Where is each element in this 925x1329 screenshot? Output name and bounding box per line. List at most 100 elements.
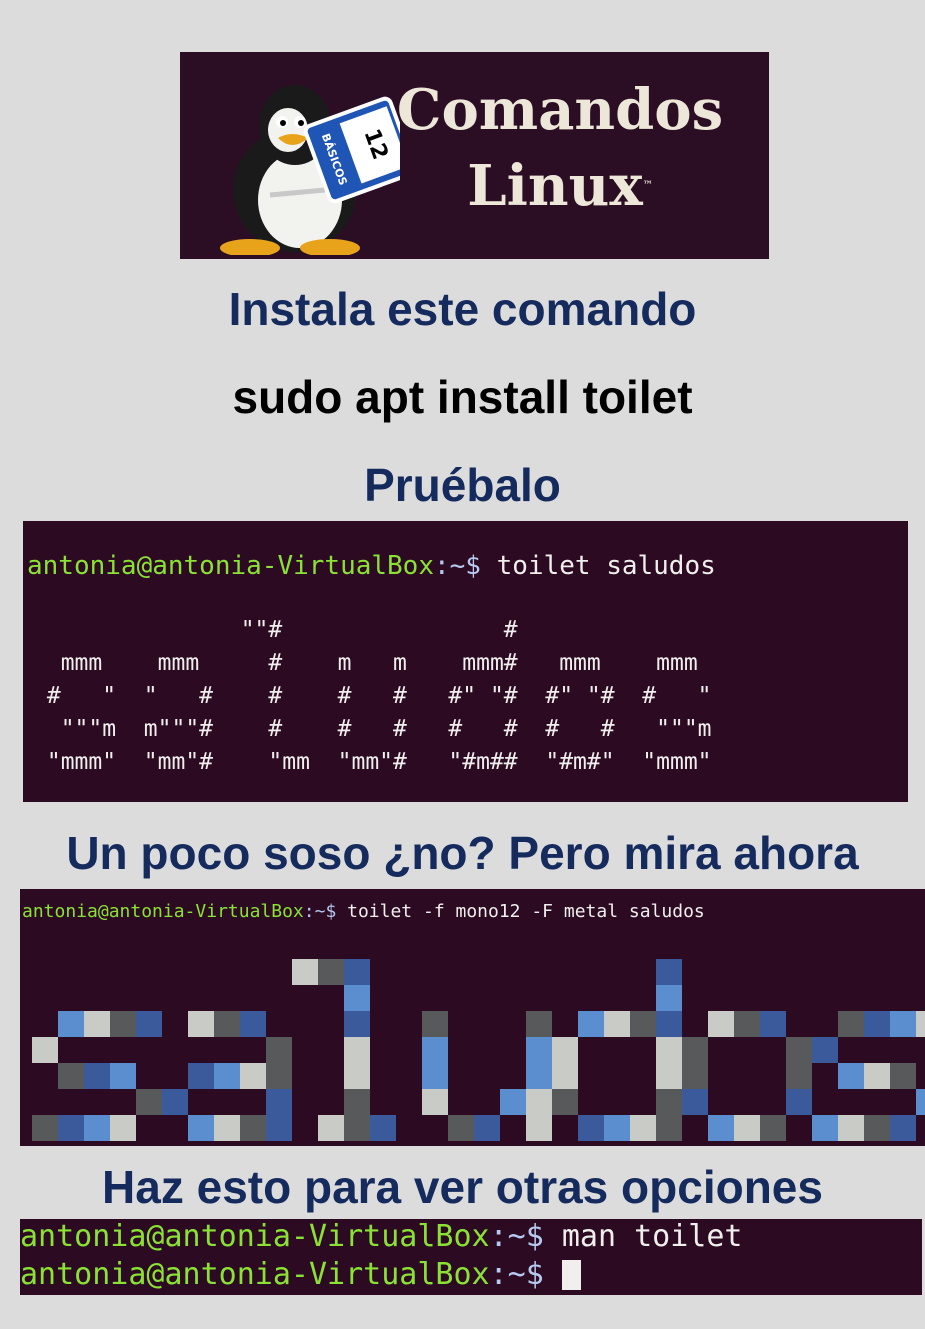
metal-letter-pixel	[760, 1011, 786, 1037]
terminal-man-toilet: antonia@antonia-VirtualBox:~$ man toilet…	[20, 1219, 922, 1295]
metal-letter-pixel	[32, 1115, 58, 1141]
prompt-user: antonia@antonia-VirtualBox	[27, 551, 434, 581]
terminal-cursor	[561, 1260, 581, 1290]
metal-pixel-art-saludos	[32, 959, 925, 1141]
metal-letter-pixel	[656, 985, 682, 1011]
prompt-path: :~$	[489, 1257, 544, 1292]
metal-letter-pixel	[344, 959, 370, 985]
terminal-toilet-saludos: antonia@antonia-VirtualBox:~$ toilet sal…	[23, 521, 908, 802]
metal-letter-pixel	[422, 1037, 448, 1063]
trademark-symbol: ™	[642, 180, 653, 191]
metal-letter-pixel	[656, 1063, 682, 1089]
metal-letter-pixel	[188, 1063, 214, 1089]
metal-letter-pixel	[162, 1089, 188, 1115]
metal-letter-pixel	[526, 1063, 552, 1089]
terminal3-line1: antonia@antonia-VirtualBox:~$ man toilet	[20, 1219, 742, 1254]
metal-letter-pixel	[656, 959, 682, 985]
metal-letter-pixel	[58, 1063, 84, 1089]
metal-letter-pixel	[604, 1115, 630, 1141]
banner-title: Comandos Linux™	[395, 72, 725, 224]
metal-letter-pixel	[630, 1115, 656, 1141]
metal-letter-pixel	[84, 1011, 110, 1037]
metal-letter-pixel	[240, 1115, 266, 1141]
terminal3-command: man toilet	[543, 1219, 743, 1254]
metal-letter-pixel	[812, 1115, 838, 1141]
metal-letter-pixel	[344, 1115, 370, 1141]
tux-penguin-with-sign-icon: 12 BÁSICOS	[220, 85, 400, 255]
metal-letter-pixel	[708, 1115, 734, 1141]
ascii-art-output: ""# # mmm mmm # m m mmm# mmm mmm # " " #…	[46, 617, 712, 775]
metal-letter-pixel	[240, 1011, 266, 1037]
metal-letter-pixel	[110, 1115, 136, 1141]
metal-letter-pixel	[344, 1089, 370, 1115]
metal-letter-pixel	[214, 1011, 240, 1037]
metal-letter-pixel	[734, 1011, 760, 1037]
metal-letter-pixel	[682, 1037, 708, 1063]
heading-install: Instala este comando	[228, 283, 697, 335]
metal-letter-pixel	[422, 1089, 448, 1115]
metal-letter-pixel	[916, 1011, 925, 1037]
metal-letter-pixel	[84, 1115, 110, 1141]
comandos-linux-banner: 12 BÁSICOS Comandos Linux™	[180, 52, 769, 259]
metal-letter-pixel	[812, 1037, 838, 1063]
metal-letter-pixel	[786, 1037, 812, 1063]
metal-letter-pixel	[708, 1011, 734, 1037]
heading-install-command: sudo apt install toilet	[232, 371, 693, 423]
metal-letter-pixel	[266, 1037, 292, 1063]
metal-letter-pixel	[84, 1063, 110, 1089]
banner-title-linux: Linux	[467, 153, 643, 219]
terminal2-command: toilet -f mono12 -F metal saludos	[336, 901, 705, 922]
metal-letter-pixel	[422, 1063, 448, 1089]
terminal2-prompt-line: antonia@antonia-VirtualBox:~$ toilet -f …	[22, 901, 705, 922]
metal-letter-pixel	[58, 1011, 84, 1037]
metal-letter-pixel	[110, 1011, 136, 1037]
metal-letter-pixel	[682, 1063, 708, 1089]
banner-title-line2: Linux™	[395, 148, 725, 224]
terminal3-line2[interactable]: antonia@antonia-VirtualBox:~$	[20, 1257, 581, 1292]
metal-letter-pixel	[578, 1011, 604, 1037]
metal-letter-pixel	[838, 1063, 864, 1089]
heading-try-it: Pruébalo	[364, 459, 561, 511]
metal-letter-pixel	[890, 1115, 916, 1141]
metal-letter-pixel	[552, 1063, 578, 1089]
metal-letter-pixel	[916, 1089, 925, 1115]
metal-letter-pixel	[266, 1115, 292, 1141]
metal-letter-pixel	[552, 1089, 578, 1115]
metal-letter-pixel	[500, 1089, 526, 1115]
metal-letter-pixel	[526, 1011, 552, 1037]
metal-letter-pixel	[552, 1037, 578, 1063]
metal-letter-pixel	[526, 1037, 552, 1063]
metal-letter-pixel	[578, 1115, 604, 1141]
metal-letter-pixel	[656, 1011, 682, 1037]
prompt-path: :~$	[489, 1219, 544, 1254]
metal-letter-pixel	[188, 1115, 214, 1141]
metal-letter-pixel	[838, 1115, 864, 1141]
metal-letter-pixel	[344, 1063, 370, 1089]
metal-letter-pixel	[526, 1089, 552, 1115]
terminal1-command: toilet saludos	[480, 551, 716, 581]
metal-letter-pixel	[110, 1063, 136, 1089]
metal-letter-pixel	[32, 1037, 58, 1063]
prompt-user: antonia@antonia-VirtualBox	[22, 901, 304, 922]
metal-letter-pixel	[266, 1063, 292, 1089]
metal-letter-pixel	[292, 959, 318, 985]
metal-letter-pixel	[734, 1115, 760, 1141]
prompt-user: antonia@antonia-VirtualBox	[20, 1219, 490, 1254]
metal-letter-pixel	[526, 1115, 552, 1141]
metal-letter-pixel	[370, 1115, 396, 1141]
metal-letter-pixel	[266, 1089, 292, 1115]
prompt-path: :~$	[434, 551, 481, 581]
metal-letter-pixel	[864, 1115, 890, 1141]
metal-letter-pixel	[890, 1063, 916, 1089]
banner-title-line1: Comandos	[396, 77, 724, 143]
metal-letter-pixel	[656, 1115, 682, 1141]
metal-letter-pixel	[214, 1063, 240, 1089]
metal-letter-pixel	[188, 1011, 214, 1037]
metal-letter-pixel	[760, 1115, 786, 1141]
metal-letter-pixel	[890, 1011, 916, 1037]
metal-letter-pixel	[864, 1063, 890, 1089]
metal-letter-pixel	[838, 1011, 864, 1037]
metal-letter-pixel	[214, 1115, 240, 1141]
metal-letter-pixel	[864, 1011, 890, 1037]
terminal1-prompt-line: antonia@antonia-VirtualBox:~$ toilet sal…	[27, 551, 716, 581]
